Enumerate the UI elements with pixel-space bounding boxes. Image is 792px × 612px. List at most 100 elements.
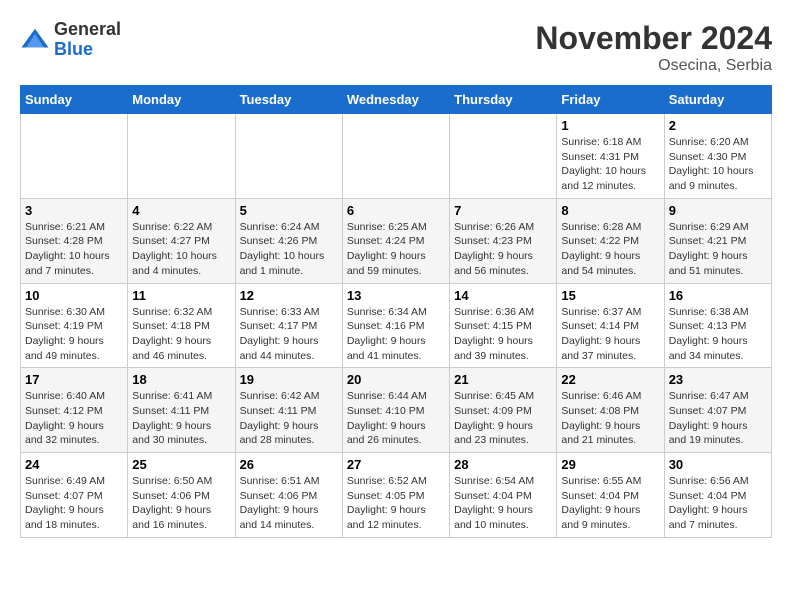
calendar-cell: 28 Sunrise: 6:54 AM Sunset: 4:04 PM Dayli… bbox=[450, 453, 557, 538]
day-number: 30 bbox=[669, 457, 767, 472]
calendar-cell: 1 Sunrise: 6:18 AM Sunset: 4:31 PM Daylig… bbox=[557, 114, 664, 199]
calendar-cell: 10Sunrise: 6:30 AM Sunset: 4:19 PM Dayli… bbox=[21, 283, 128, 368]
day-number: 14 bbox=[454, 288, 552, 303]
day-info: Sunrise: 6:28 AM Sunset: 4:22 PM Dayligh… bbox=[561, 220, 659, 279]
calendar-cell: 8 Sunrise: 6:28 AM Sunset: 4:22 PM Daylig… bbox=[557, 198, 664, 283]
day-info: Sunrise: 6:33 AM Sunset: 4:17 PM Dayligh… bbox=[240, 305, 338, 364]
logo-blue: Blue bbox=[54, 40, 121, 60]
day-info: Sunrise: 6:40 AM Sunset: 4:12 PM Dayligh… bbox=[25, 389, 123, 448]
day-number: 17 bbox=[25, 372, 123, 387]
day-info: Sunrise: 6:24 AM Sunset: 4:26 PM Dayligh… bbox=[240, 220, 338, 279]
day-number: 29 bbox=[561, 457, 659, 472]
day-number: 28 bbox=[454, 457, 552, 472]
calendar-cell: 14Sunrise: 6:36 AM Sunset: 4:15 PM Dayli… bbox=[450, 283, 557, 368]
weekday-header-sunday: Sunday bbox=[21, 86, 128, 114]
calendar-week-4: 17 Sunrise: 6:40 AM Sunset: 4:12 PM Dayli… bbox=[21, 368, 772, 453]
day-info: Sunrise: 6:50 AM Sunset: 4:06 PM Dayligh… bbox=[132, 474, 230, 533]
day-info: Sunrise: 6:29 AM Sunset: 4:21 PM Dayligh… bbox=[669, 220, 767, 279]
calendar-cell: 6Sunrise: 6:25 AM Sunset: 4:24 PM Daylig… bbox=[342, 198, 449, 283]
calendar-cell: 11 Sunrise: 6:32 AM Sunset: 4:18 PM Dayli… bbox=[128, 283, 235, 368]
day-info: Sunrise: 6:46 AM Sunset: 4:08 PM Dayligh… bbox=[561, 389, 659, 448]
day-info: Sunrise: 6:37 AM Sunset: 4:14 PM Dayligh… bbox=[561, 305, 659, 364]
calendar-cell: 21 Sunrise: 6:45 AM Sunset: 4:09 PM Dayli… bbox=[450, 368, 557, 453]
day-info: Sunrise: 6:32 AM Sunset: 4:18 PM Dayligh… bbox=[132, 305, 230, 364]
day-number: 22 bbox=[561, 372, 659, 387]
calendar-cell: 4Sunrise: 6:22 AM Sunset: 4:27 PM Daylig… bbox=[128, 198, 235, 283]
weekday-header-row: SundayMondayTuesdayWednesdayThursdayFrid… bbox=[21, 86, 772, 114]
day-number: 10 bbox=[25, 288, 123, 303]
day-info: Sunrise: 6:21 AM Sunset: 4:28 PM Dayligh… bbox=[25, 220, 123, 279]
day-info: Sunrise: 6:44 AM Sunset: 4:10 PM Dayligh… bbox=[347, 389, 445, 448]
day-number: 11 bbox=[132, 288, 230, 303]
day-number: 26 bbox=[240, 457, 338, 472]
day-number: 13 bbox=[347, 288, 445, 303]
calendar-cell bbox=[450, 114, 557, 199]
day-number: 2 bbox=[669, 118, 767, 133]
day-number: 4 bbox=[132, 203, 230, 218]
calendar-table: SundayMondayTuesdayWednesdayThursdayFrid… bbox=[20, 85, 772, 538]
calendar-cell bbox=[128, 114, 235, 199]
calendar-cell: 23 Sunrise: 6:47 AM Sunset: 4:07 PM Dayli… bbox=[664, 368, 771, 453]
day-info: Sunrise: 6:20 AM Sunset: 4:30 PM Dayligh… bbox=[669, 135, 767, 194]
day-number: 20 bbox=[347, 372, 445, 387]
calendar-cell: 3 Sunrise: 6:21 AM Sunset: 4:28 PM Daylig… bbox=[21, 198, 128, 283]
weekday-header-friday: Friday bbox=[557, 86, 664, 114]
day-number: 3 bbox=[25, 203, 123, 218]
calendar-cell: 20 Sunrise: 6:44 AM Sunset: 4:10 PM Dayli… bbox=[342, 368, 449, 453]
day-info: Sunrise: 6:18 AM Sunset: 4:31 PM Dayligh… bbox=[561, 135, 659, 194]
calendar-cell: 30 Sunrise: 6:56 AM Sunset: 4:04 PM Dayli… bbox=[664, 453, 771, 538]
calendar-cell: 16 Sunrise: 6:38 AM Sunset: 4:13 PM Dayli… bbox=[664, 283, 771, 368]
month-title: November 2024 bbox=[535, 20, 772, 57]
day-number: 8 bbox=[561, 203, 659, 218]
calendar-cell: 17 Sunrise: 6:40 AM Sunset: 4:12 PM Dayli… bbox=[21, 368, 128, 453]
day-number: 1 bbox=[561, 118, 659, 133]
calendar-cell: 12Sunrise: 6:33 AM Sunset: 4:17 PM Dayli… bbox=[235, 283, 342, 368]
day-info: Sunrise: 6:52 AM Sunset: 4:05 PM Dayligh… bbox=[347, 474, 445, 533]
day-info: Sunrise: 6:45 AM Sunset: 4:09 PM Dayligh… bbox=[454, 389, 552, 448]
calendar-week-1: 1 Sunrise: 6:18 AM Sunset: 4:31 PM Daylig… bbox=[21, 114, 772, 199]
day-number: 7 bbox=[454, 203, 552, 218]
calendar-cell: 26 Sunrise: 6:51 AM Sunset: 4:06 PM Dayli… bbox=[235, 453, 342, 538]
day-number: 18 bbox=[132, 372, 230, 387]
calendar-week-3: 10Sunrise: 6:30 AM Sunset: 4:19 PM Dayli… bbox=[21, 283, 772, 368]
calendar-cell: 22 Sunrise: 6:46 AM Sunset: 4:08 PM Dayli… bbox=[557, 368, 664, 453]
calendar-cell: 19 Sunrise: 6:42 AM Sunset: 4:11 PM Dayli… bbox=[235, 368, 342, 453]
weekday-header-monday: Monday bbox=[128, 86, 235, 114]
calendar-cell: 2 Sunrise: 6:20 AM Sunset: 4:30 PM Daylig… bbox=[664, 114, 771, 199]
weekday-header-tuesday: Tuesday bbox=[235, 86, 342, 114]
day-number: 15 bbox=[561, 288, 659, 303]
day-info: Sunrise: 6:54 AM Sunset: 4:04 PM Dayligh… bbox=[454, 474, 552, 533]
day-info: Sunrise: 6:41 AM Sunset: 4:11 PM Dayligh… bbox=[132, 389, 230, 448]
day-number: 16 bbox=[669, 288, 767, 303]
day-info: Sunrise: 6:49 AM Sunset: 4:07 PM Dayligh… bbox=[25, 474, 123, 533]
calendar-cell bbox=[342, 114, 449, 199]
day-info: Sunrise: 6:26 AM Sunset: 4:23 PM Dayligh… bbox=[454, 220, 552, 279]
location: Osecina, Serbia bbox=[535, 57, 772, 75]
calendar-cell: 27 Sunrise: 6:52 AM Sunset: 4:05 PM Dayli… bbox=[342, 453, 449, 538]
day-number: 5 bbox=[240, 203, 338, 218]
day-info: Sunrise: 6:47 AM Sunset: 4:07 PM Dayligh… bbox=[669, 389, 767, 448]
calendar-cell bbox=[21, 114, 128, 199]
day-number: 27 bbox=[347, 457, 445, 472]
day-info: Sunrise: 6:34 AM Sunset: 4:16 PM Dayligh… bbox=[347, 305, 445, 364]
calendar-cell: 5 Sunrise: 6:24 AM Sunset: 4:26 PM Daylig… bbox=[235, 198, 342, 283]
day-number: 19 bbox=[240, 372, 338, 387]
calendar-cell bbox=[235, 114, 342, 199]
weekday-header-saturday: Saturday bbox=[664, 86, 771, 114]
calendar-cell: 15 Sunrise: 6:37 AM Sunset: 4:14 PM Dayli… bbox=[557, 283, 664, 368]
calendar-cell: 25 Sunrise: 6:50 AM Sunset: 4:06 PM Dayli… bbox=[128, 453, 235, 538]
day-number: 25 bbox=[132, 457, 230, 472]
day-number: 21 bbox=[454, 372, 552, 387]
day-info: Sunrise: 6:38 AM Sunset: 4:13 PM Dayligh… bbox=[669, 305, 767, 364]
calendar-week-5: 24 Sunrise: 6:49 AM Sunset: 4:07 PM Dayli… bbox=[21, 453, 772, 538]
day-info: Sunrise: 6:55 AM Sunset: 4:04 PM Dayligh… bbox=[561, 474, 659, 533]
day-info: Sunrise: 6:25 AM Sunset: 4:24 PM Dayligh… bbox=[347, 220, 445, 279]
day-number: 24 bbox=[25, 457, 123, 472]
calendar-week-2: 3 Sunrise: 6:21 AM Sunset: 4:28 PM Daylig… bbox=[21, 198, 772, 283]
logo-text: General Blue bbox=[54, 20, 121, 60]
day-info: Sunrise: 6:56 AM Sunset: 4:04 PM Dayligh… bbox=[669, 474, 767, 533]
day-info: Sunrise: 6:42 AM Sunset: 4:11 PM Dayligh… bbox=[240, 389, 338, 448]
day-number: 23 bbox=[669, 372, 767, 387]
day-info: Sunrise: 6:51 AM Sunset: 4:06 PM Dayligh… bbox=[240, 474, 338, 533]
calendar-cell: 18 Sunrise: 6:41 AM Sunset: 4:11 PM Dayli… bbox=[128, 368, 235, 453]
